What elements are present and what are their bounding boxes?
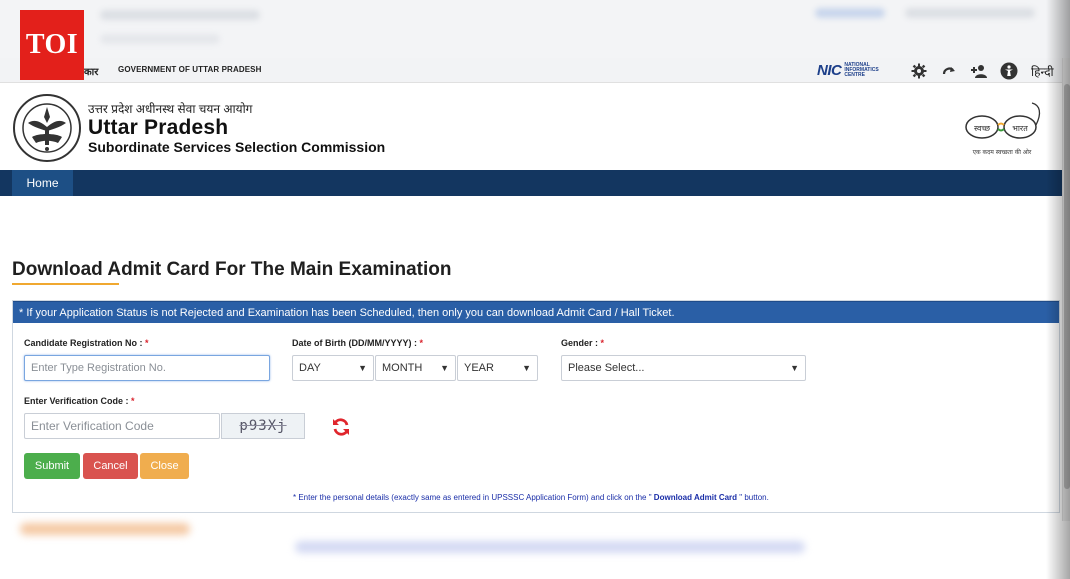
header-title: Uttar Pradesh — [88, 116, 229, 139]
registration-label: Candidate Registration No : * — [24, 338, 149, 348]
refresh-captcha-icon[interactable] — [331, 417, 351, 437]
swachh-bharat-logo: स्वच्छ भारत एक कदम स्वच्छता की ओर — [962, 99, 1047, 159]
gov-english-text: GOVERNMENT OF UTTAR PRADESH — [118, 65, 262, 74]
gender-label: Gender : * — [561, 338, 604, 348]
main-navbar: Home — [0, 170, 1062, 196]
chevron-down-icon: ▼ — [790, 363, 799, 373]
gender-value: Please Select... — [568, 362, 645, 374]
required-mark: * — [145, 338, 149, 348]
screenshot-stage: TOI कार GOVERNMENT OF UTTAR PRADESH NIC … — [0, 0, 1070, 579]
dob-month-select[interactable]: MONTH ▼ — [375, 355, 456, 381]
accessibility-icon[interactable] — [999, 61, 1018, 80]
header-subtitle: Subordinate Services Selection Commissio… — [88, 139, 386, 155]
note-suffix: " button. — [739, 493, 769, 502]
swachh-left-text: स्वच्छ — [974, 124, 991, 133]
swachh-tagline: एक कदम स्वच्छता की ओर — [973, 148, 1032, 156]
gear-icon[interactable] — [909, 61, 928, 80]
right-edge-shadow — [1046, 0, 1070, 579]
blurred-browser-top — [0, 0, 1070, 58]
note-prefix: * Enter the personal details (exactly sa… — [293, 493, 652, 502]
gender-select[interactable]: Please Select... ▼ — [561, 355, 806, 381]
gender-label-text: Gender : — [561, 338, 601, 348]
dob-year-value: YEAR — [464, 362, 494, 374]
gov-hindi-text: कार — [84, 67, 99, 78]
dob-label-text: Date of Birth (DD/MM/YYYY) : — [292, 338, 420, 348]
chevron-down-icon: ▼ — [440, 363, 449, 373]
upsssc-emblem-logo — [12, 93, 82, 163]
blurred-browser-bottom — [0, 521, 1070, 579]
dob-day-select[interactable]: DAY ▼ — [292, 355, 374, 381]
site-header: उत्तर प्रदेश अधीनस्थ सेवा चयन आयोग Uttar… — [0, 84, 1062, 170]
dob-day-value: DAY — [299, 362, 321, 374]
nic-logo-subtext: NATIONAL INFORMATICS CENTRE — [844, 62, 879, 78]
chevron-down-icon: ▼ — [522, 363, 531, 373]
add-user-icon[interactable] — [969, 61, 988, 80]
header-hindi-title: उत्तर प्रदेश अधीनस्थ सेवा चयन आयोग — [88, 102, 253, 116]
note-bold: Download Admit Card — [651, 493, 740, 502]
dob-label: Date of Birth (DD/MM/YYYY) : * — [292, 338, 423, 348]
registration-label-text: Candidate Registration No : — [24, 338, 146, 348]
title-underline — [12, 283, 119, 285]
info-bar: * If your Application Status is not Reje… — [13, 301, 1059, 323]
verification-input[interactable]: Enter Verification Code — [24, 413, 220, 439]
toi-logo-badge: TOI — [20, 10, 84, 80]
admit-card-form-panel: * If your Application Status is not Reje… — [12, 300, 1060, 513]
close-button[interactable]: Close — [140, 453, 189, 479]
form-instruction-note: * Enter the personal details (exactly sa… — [293, 493, 769, 502]
verification-label: Enter Verification Code : * — [24, 396, 135, 406]
captcha-image: p93Xj — [221, 413, 305, 439]
registration-placeholder: Enter Type Registration No. — [31, 362, 166, 374]
page-title: Download Admit Card For The Main Examina… — [12, 259, 452, 280]
verification-label-text: Enter Verification Code : — [24, 396, 132, 406]
verification-placeholder: Enter Verification Code — [31, 419, 154, 433]
registration-input[interactable]: Enter Type Registration No. — [24, 355, 270, 381]
captcha-text: p93Xj — [239, 418, 287, 434]
submit-button[interactable]: Submit — [24, 453, 80, 479]
required-mark: * — [600, 338, 605, 348]
redo-icon[interactable] — [939, 61, 958, 80]
cancel-button[interactable]: Cancel — [83, 453, 138, 479]
chevron-down-icon: ▼ — [358, 363, 367, 373]
nic-logo[interactable]: NIC NATIONAL INFORMATICS CENTRE — [817, 62, 884, 79]
dob-month-value: MONTH — [382, 362, 423, 374]
dob-year-select[interactable]: YEAR ▼ — [457, 355, 538, 381]
required-mark: * — [131, 396, 135, 406]
government-strip: कार GOVERNMENT OF UTTAR PRADESH NIC NATI… — [0, 58, 1062, 83]
required-mark: * — [419, 338, 424, 348]
nic-logo-text: NIC — [817, 62, 842, 79]
swachh-right-text: भारत — [1012, 124, 1028, 133]
nav-home-link[interactable]: Home — [12, 170, 73, 196]
